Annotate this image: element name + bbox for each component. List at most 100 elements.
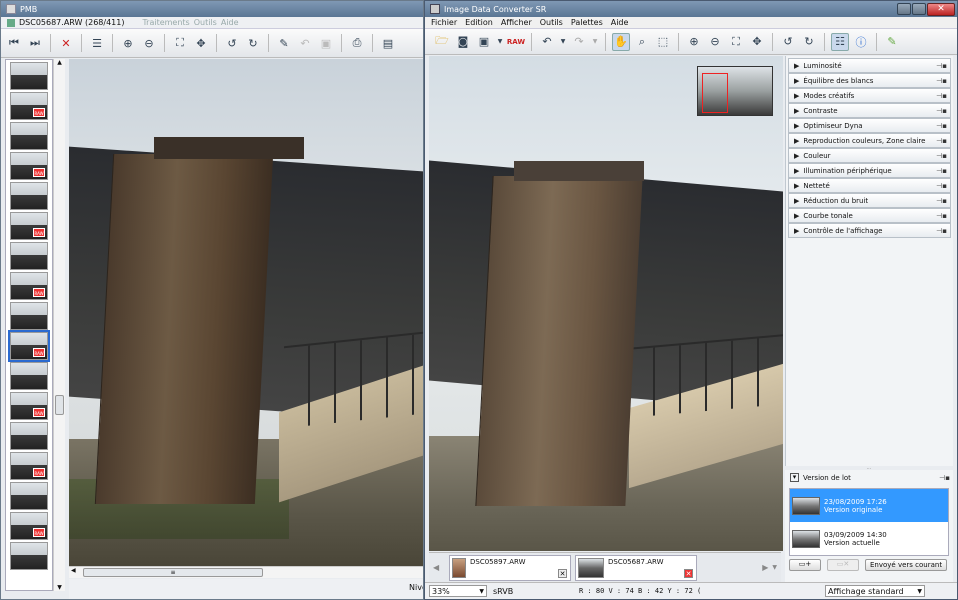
edit-pencil-icon[interactable]: ✎ xyxy=(883,33,901,51)
thumbnail-item[interactable]: RAW xyxy=(10,92,48,120)
palette-header[interactable]: ▶ Équilibre des blancs ⊣▪ xyxy=(788,73,951,88)
navigator-thumbnail[interactable] xyxy=(697,66,773,116)
first-icon[interactable]: ⏮ xyxy=(5,34,23,52)
pmb-main-image[interactable] xyxy=(69,59,423,566)
thumbnail-item[interactable] xyxy=(10,482,48,510)
navigator-viewport[interactable] xyxy=(702,73,728,113)
camera-icon[interactable]: ◙ xyxy=(454,33,472,51)
move-icon[interactable]: ✥ xyxy=(192,34,210,52)
palette-icon[interactable]: ✎ xyxy=(275,34,293,52)
layers-icon[interactable]: ☰ xyxy=(88,34,106,52)
save-icon[interactable]: ▣ xyxy=(317,34,335,52)
thumbnail-scrollbar[interactable]: ▲ ▼ xyxy=(53,59,65,591)
pin-icon[interactable]: ⊣▪ xyxy=(936,137,950,145)
zoom-out-icon[interactable]: ⊖ xyxy=(140,34,158,52)
thumbnail-item[interactable]: RAW xyxy=(10,512,48,540)
filmstrip-prev-arrow[interactable]: ◀ xyxy=(433,563,445,572)
add-version-button[interactable]: ▭+ xyxy=(789,559,821,571)
palette-header[interactable]: ▶ Contrôle de l'affichage ⊣▪ xyxy=(788,223,951,238)
pmb-menu-2[interactable]: Outils xyxy=(194,18,217,27)
pin-icon[interactable]: ⊣▪ xyxy=(936,212,950,220)
menu-edition[interactable]: Edition xyxy=(465,18,493,27)
zoom-out-icon[interactable]: ⊖ xyxy=(706,33,724,51)
thumbnail-item[interactable]: RAW xyxy=(10,212,48,240)
filmstrip-menu-icon[interactable]: ▼ xyxy=(772,564,777,571)
palette-header[interactable]: ▶ Couleur ⊣▪ xyxy=(788,148,951,163)
print-icon[interactable]: ⎙ xyxy=(348,34,366,52)
thumbnail-item[interactable] xyxy=(10,422,48,450)
palette-header[interactable]: ▶ Réduction du bruit ⊣▪ xyxy=(788,193,951,208)
pmb-hscrollbar[interactable]: ◀ ≡ xyxy=(69,566,423,578)
redo-icon[interactable]: ↷ xyxy=(570,33,588,51)
thumbnail-item[interactable] xyxy=(10,62,48,90)
hand-tool-icon[interactable]: ✋ xyxy=(612,32,630,51)
zoom-tool-icon[interactable]: ⌕ xyxy=(633,33,651,51)
thumbnail-item[interactable]: RAW xyxy=(10,452,48,480)
pin-icon[interactable]: ⊣▪ xyxy=(936,152,950,160)
rotate-right-icon[interactable]: ↻ xyxy=(244,34,262,52)
pmb-titlebar[interactable]: PMB xyxy=(1,1,423,17)
thumbnail-item[interactable]: RAW xyxy=(8,330,50,362)
undo-icon[interactable]: ↶ xyxy=(296,34,314,52)
menu-afficher[interactable]: Afficher xyxy=(501,18,532,27)
rotate-right-icon[interactable]: ↻ xyxy=(800,33,818,51)
pin-icon[interactable]: ⊣▪ xyxy=(936,77,950,85)
close-icon[interactable]: ✕ xyxy=(684,568,693,578)
filmstrip-item[interactable]: DSC05897.ARW ✕ xyxy=(449,554,571,581)
rotate-left-icon[interactable]: ↺ xyxy=(223,34,241,52)
version-item[interactable]: 03/09/2009 14:30 Version actuelle xyxy=(790,522,948,555)
pmb-menu-1[interactable]: Traitements xyxy=(142,18,189,27)
raw-convert-icon[interactable]: RAW xyxy=(507,33,525,51)
thumbnail-item[interactable] xyxy=(10,182,48,210)
thumbnail-item[interactable]: RAW xyxy=(10,392,48,420)
palette-header[interactable]: ▶ Reproduction couleurs, Zone claire ⊣▪ xyxy=(788,133,951,148)
pin-icon[interactable]: ⊣▪ xyxy=(936,62,950,70)
pin-icon[interactable]: ⊣▪ xyxy=(936,227,950,235)
pin-icon[interactable]: ⊣▪ xyxy=(936,92,950,100)
zoom-select[interactable]: 33% ▼ xyxy=(429,585,487,597)
menu-fichier[interactable]: Fichier xyxy=(431,18,457,27)
palette-header[interactable]: ▶ Courbe tonale ⊣▪ xyxy=(788,208,951,223)
close-icon[interactable]: ✕ xyxy=(558,568,567,578)
export-icon[interactable]: ▤ xyxy=(379,34,397,52)
menu-aide[interactable]: Aide xyxy=(611,18,629,27)
save-dropdown-icon[interactable]: ▼ xyxy=(496,33,504,51)
save-icon[interactable]: ▣ xyxy=(475,33,493,51)
pin-icon[interactable]: ⊣▪ xyxy=(936,182,950,190)
thumbnail-item[interactable] xyxy=(10,122,48,150)
pin-icon[interactable]: ⊣▪ xyxy=(936,122,950,130)
palette-header[interactable]: ▶ Illumination périphérique ⊣▪ xyxy=(788,163,951,178)
adjust-palette-icon[interactable]: ☷ xyxy=(831,32,849,51)
scroll-thumb[interactable] xyxy=(55,395,64,415)
thumbnail-item[interactable] xyxy=(10,362,48,390)
palette-header[interactable]: ▶ Optimiseur Dyna ⊣▪ xyxy=(788,118,951,133)
menu-palettes[interactable]: Palettes xyxy=(571,18,603,27)
zoom-in-icon[interactable]: ⊕ xyxy=(685,33,703,51)
idc-preview-image[interactable] xyxy=(429,56,783,551)
undo-icon[interactable]: ↶ xyxy=(538,33,556,51)
thumbnail-item[interactable]: RAW xyxy=(10,152,48,180)
zoom-in-icon[interactable]: ⊕ xyxy=(119,34,137,52)
close-button[interactable]: ✕ xyxy=(927,2,955,16)
next-icon[interactable]: ⏭ xyxy=(26,34,44,52)
thumbnail-item[interactable] xyxy=(10,542,48,570)
view-mode-select[interactable]: Affichage standard ▼ xyxy=(825,585,925,597)
scroll-down-arrow[interactable]: ▼ xyxy=(54,584,65,591)
thumbnail-item[interactable] xyxy=(10,242,48,270)
hscroll-thumb[interactable]: ≡ xyxy=(83,568,263,577)
pin-icon[interactable]: ⊣▪ xyxy=(936,197,950,205)
filmstrip-next-arrow[interactable]: ▶ xyxy=(762,563,768,572)
pin-icon[interactable]: ⊣▪ xyxy=(939,474,953,482)
redo-dropdown-icon[interactable]: ▼ xyxy=(591,33,599,51)
version-panel-header[interactable]: ▾ Version de lot ⊣▪ xyxy=(785,470,953,485)
version-item[interactable]: 23/08/2009 17:26 Version originale xyxy=(790,489,948,522)
palette-header[interactable]: ▶ Contraste ⊣▪ xyxy=(788,103,951,118)
pin-icon[interactable]: ⊣▪ xyxy=(936,167,950,175)
palette-header[interactable]: ▶ Netteté ⊣▪ xyxy=(788,178,951,193)
info-icon[interactable]: ⓘ xyxy=(852,33,870,51)
scroll-up-arrow[interactable]: ▲ xyxy=(54,59,65,66)
thumbnail-item[interactable] xyxy=(10,302,48,330)
send-to-current-button[interactable]: Envoyé vers courant xyxy=(865,559,948,571)
fit-screen-icon[interactable]: ⛶ xyxy=(727,33,745,51)
idc-titlebar[interactable]: Image Data Converter SR ✕ xyxy=(425,1,957,17)
